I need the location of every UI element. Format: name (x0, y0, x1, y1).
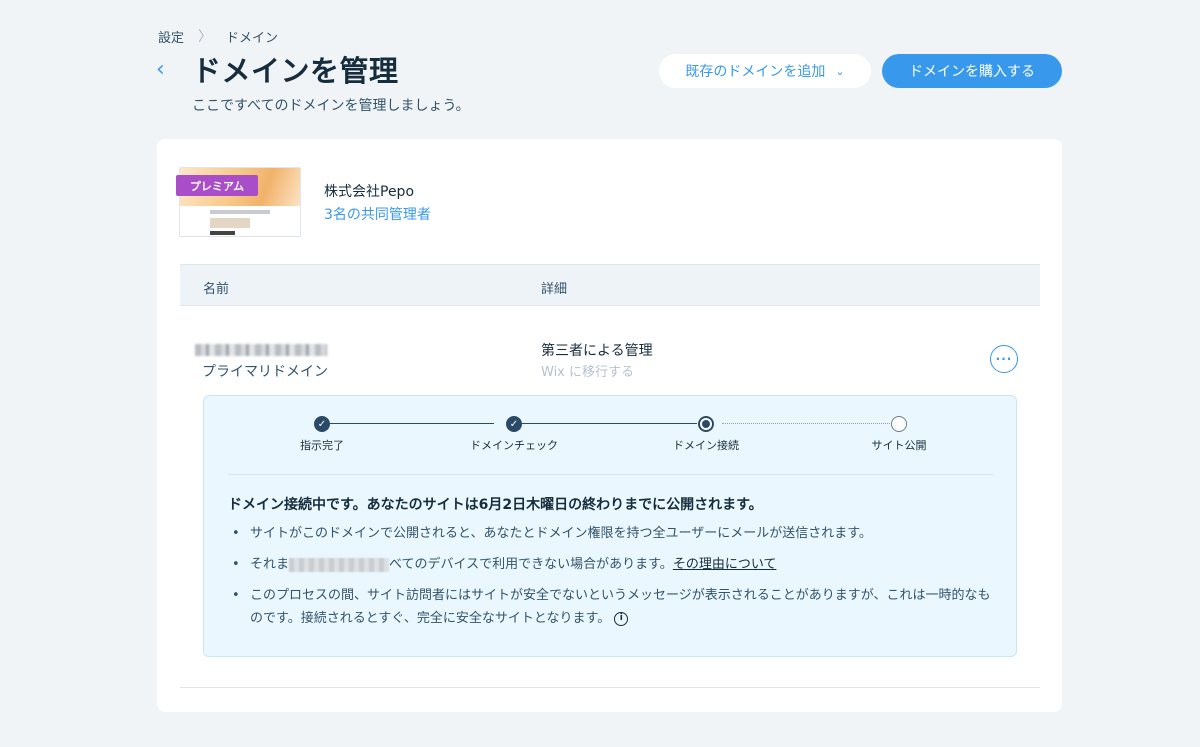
bullet-text: サイトがこのドメインで公開されると、あなたとドメイン権限を持つ全ユーザーにメール… (250, 526, 872, 541)
table-header: 名前 詳細 (180, 264, 1040, 306)
step-label: ドメインチェック (470, 439, 558, 452)
breadcrumb: 設定 〉 ドメイン (158, 26, 278, 46)
list-item: それま べてのデバイスで利用できない場合があります。その理由について (228, 553, 998, 576)
thumbnail-row (210, 210, 270, 214)
info-icon[interactable]: i (614, 611, 629, 626)
column-details-header: 詳細 (541, 282, 568, 297)
check-icon: ✓ (506, 416, 522, 432)
site-name: 株式会社Pepo (324, 184, 415, 200)
breadcrumb-settings[interactable]: 設定 (158, 27, 184, 46)
bullet-text: べてのデバイスで利用できない場合があります。 (389, 557, 673, 572)
step-site-publish: サイト公開 (839, 416, 959, 453)
connection-status-panel: ✓ 指示完了 ✓ ドメインチェック ドメイン接続 サイト公開 ドメイン接続中です… (203, 395, 1017, 657)
add-existing-domain-label: 既存のドメインを追加 (685, 64, 826, 80)
thumbnail-row (210, 231, 235, 235)
domain-name-redacted (195, 344, 327, 356)
list-item: このプロセスの間、サイト訪問者にはサイトが安全でないというメッセージが表示される… (228, 584, 998, 630)
step-domain-check: ✓ ドメインチェック (454, 416, 574, 453)
redacted-text (289, 557, 390, 572)
move-to-wix-link[interactable]: Wix に移行する (541, 361, 634, 380)
list-item: サイトがこのドメインで公開されると、あなたとドメイン権限を持つ全ユーザーにメール… (228, 522, 998, 545)
step-domain-connect: ドメイン接続 (646, 416, 766, 453)
why-link[interactable]: その理由について (673, 557, 777, 572)
step-label: 指示完了 (300, 439, 344, 452)
domains-card: プレミアム 株式会社Pepo 3名の共同管理者 名前 詳細 プライマリドメイン … (157, 139, 1062, 712)
status-title: ドメイン接続中です。あなたのサイトは6月2日木曜日の終わりまでに公開されます。 (228, 497, 763, 513)
pending-step-icon (891, 416, 907, 432)
page-title: ドメインを管理 (192, 54, 399, 88)
co-admins-link[interactable]: 3名の共同管理者 (324, 204, 431, 224)
check-icon: ✓ (314, 416, 330, 432)
divider (228, 474, 994, 475)
managed-by-text: 第三者による管理 (541, 343, 653, 359)
premium-badge: プレミアム (176, 175, 258, 196)
step-label: サイト公開 (871, 439, 927, 452)
chevron-down-icon: ⌄ (835, 64, 845, 78)
step-label: ドメイン接続 (673, 439, 739, 452)
more-actions-button[interactable]: ··· (990, 345, 1018, 373)
status-bullets: サイトがこのドメインで公開されると、あなたとドメイン権限を持つ全ユーザーにメール… (228, 522, 998, 638)
thumbnail-row (210, 218, 250, 228)
current-step-icon (698, 416, 714, 432)
back-arrow-icon[interactable]: ‹ (156, 58, 172, 82)
step-instructions: ✓ 指示完了 (262, 416, 382, 453)
chevron-right-icon: 〉 (198, 29, 213, 45)
primary-domain-label: プライマリドメイン (202, 364, 328, 380)
divider (180, 687, 1040, 688)
breadcrumb-current: ドメイン (226, 30, 279, 46)
page-subtitle: ここですべてのドメインを管理しましょう。 (192, 98, 470, 114)
buy-domain-button[interactable]: ドメインを購入する (882, 54, 1062, 88)
bullet-text: それま (250, 557, 290, 572)
column-name-header: 名前 (203, 282, 230, 297)
add-existing-domain-button[interactable]: 既存のドメインを追加 ⌄ (659, 54, 871, 88)
